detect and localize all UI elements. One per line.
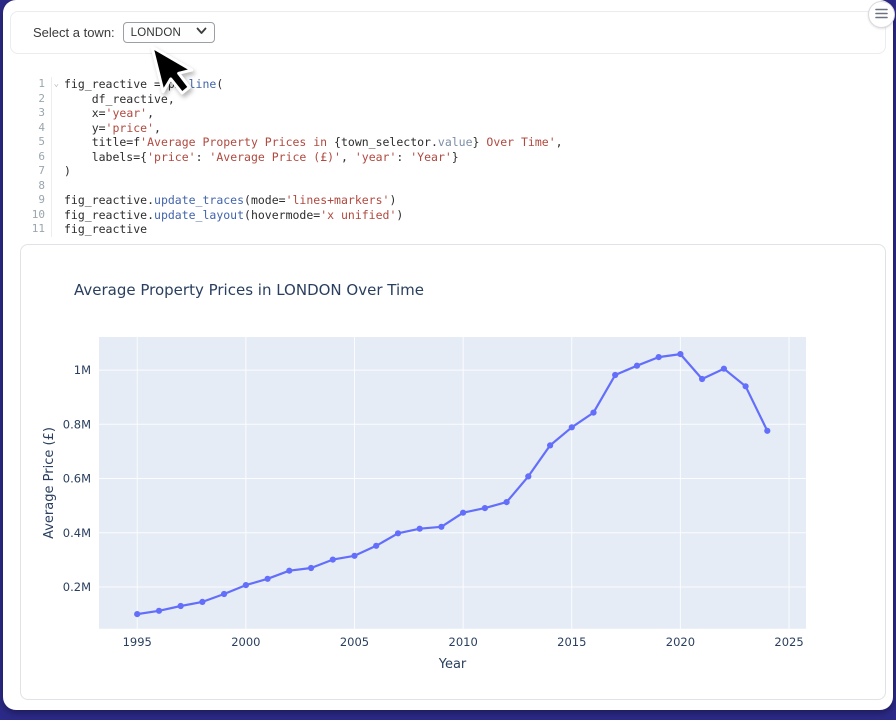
svg-text:2000: 2000 — [231, 635, 260, 649]
data-point — [395, 530, 401, 536]
line-number: 6 — [17, 150, 52, 165]
data-point — [482, 505, 488, 511]
code-text: fig_reactive.update_layout(hovermode='x … — [64, 208, 403, 223]
line-number: 9 — [17, 193, 52, 208]
data-point — [156, 608, 162, 614]
data-point — [677, 351, 683, 357]
chart[interactable]: 0.2M 0.4M 0.6M 0.8M 1M 1995 2000 2005 2010 2015 20… — [21, 245, 885, 699]
code-text: df_reactive, — [64, 92, 175, 107]
data-point — [547, 442, 553, 448]
svg-text:2010: 2010 — [449, 635, 478, 649]
data-point — [612, 372, 618, 378]
code-text: title=f'Average Property Prices in {town… — [64, 135, 563, 150]
data-point — [178, 603, 184, 609]
data-point — [656, 354, 662, 360]
data-point — [308, 565, 314, 571]
line-number: 3 — [17, 106, 52, 121]
code-text: fig_reactive = px.line( — [64, 77, 223, 92]
data-point — [590, 410, 596, 416]
code-line: 7) — [17, 164, 875, 179]
data-point — [569, 424, 575, 430]
svg-text:1995: 1995 — [123, 635, 152, 649]
line-number: 5 — [17, 135, 52, 150]
code-text: y='price', — [64, 121, 161, 136]
code-line: 5 title=f'Average Property Prices in {to… — [17, 135, 875, 150]
data-point — [286, 568, 292, 574]
app-background: { "toolbar": { "label": "Select a town:"… — [0, 0, 896, 720]
line-number: 4 — [17, 121, 52, 136]
town-select-value: LONDON — [131, 27, 181, 39]
data-point — [221, 591, 227, 597]
fold-icon[interactable]: ⌄ — [54, 77, 59, 92]
data-point — [351, 553, 357, 559]
line-number: 10 — [17, 208, 52, 223]
code-line: 2 df_reactive, — [17, 92, 875, 107]
data-point — [134, 611, 140, 617]
code-line: 4 y='price', — [17, 121, 875, 136]
code-text: ) — [64, 164, 71, 179]
line-number: 8 — [17, 179, 52, 194]
code-line: 8 — [17, 179, 875, 194]
data-point — [721, 366, 727, 372]
menu-button[interactable] — [868, 1, 895, 28]
code-text: fig_reactive — [64, 222, 147, 237]
data-point — [330, 557, 336, 563]
data-point — [764, 428, 770, 434]
line-number: 11 — [17, 222, 52, 237]
data-point — [525, 473, 531, 479]
data-point — [634, 363, 640, 369]
code-line: 1⌄ fig_reactive = px.line( — [17, 77, 875, 92]
notebook-card: Select a town: LONDON 1⌄ fig_reactive = p… — [3, 0, 893, 710]
code-line: 10 fig_reactive.update_layout(hovermode='… — [17, 208, 875, 223]
output-card: Average Property Prices in LONDON Over T… — [20, 244, 886, 700]
chevron-down-icon — [196, 27, 207, 38]
town-select[interactable]: LONDON — [123, 22, 215, 43]
code-line: 11 fig_reactive — [17, 222, 875, 237]
line-number: 7 — [17, 164, 52, 179]
svg-text:0.2M: 0.2M — [63, 580, 91, 594]
code-text: fig_reactive.update_traces(mode='lines+m… — [64, 193, 396, 208]
data-point — [265, 576, 271, 582]
svg-text:0.8M: 0.8M — [63, 417, 91, 431]
data-point — [460, 510, 466, 516]
data-point — [438, 524, 444, 530]
data-point — [417, 526, 423, 532]
data-point — [373, 543, 379, 549]
code-text: labels={'price': 'Average Price (£)', 'y… — [64, 150, 459, 165]
town-select-label: Select a town: — [33, 25, 115, 40]
data-point — [504, 499, 510, 505]
svg-text:2015: 2015 — [557, 635, 586, 649]
line-number: 2 — [17, 92, 52, 107]
data-point — [743, 383, 749, 389]
code-editor[interactable]: 1⌄fig_reactive = px.line(2 df_reactive,3… — [17, 77, 875, 237]
hamburger-icon — [875, 7, 888, 22]
y-axis-title: Average Price (£) — [42, 427, 57, 539]
code-line: 6 labels={'price': 'Average Price (£)', … — [17, 150, 875, 165]
svg-text:0.6M: 0.6M — [63, 472, 91, 486]
code-line: 9 fig_reactive.update_traces(mode='lines+… — [17, 193, 875, 208]
data-point — [199, 599, 205, 605]
x-axis-title: Year — [438, 657, 467, 672]
svg-text:0.4M: 0.4M — [63, 526, 91, 540]
code-line: 3 x='year', — [17, 106, 875, 121]
code-text: x='year', — [64, 106, 154, 121]
svg-text:1M: 1M — [74, 363, 91, 377]
toolbar: Select a town: LONDON — [10, 11, 886, 54]
data-point — [699, 376, 705, 382]
line-number: 1⌄ — [17, 77, 52, 92]
svg-text:2020: 2020 — [666, 635, 695, 649]
svg-text:2005: 2005 — [340, 635, 369, 649]
svg-text:2025: 2025 — [774, 635, 803, 649]
x-axis-ticks: 1995 2000 2005 2010 2015 2020 2025 — [123, 635, 804, 649]
y-axis-ticks: 0.2M 0.4M 0.6M 0.8M 1M — [63, 363, 91, 594]
data-point — [243, 582, 249, 588]
